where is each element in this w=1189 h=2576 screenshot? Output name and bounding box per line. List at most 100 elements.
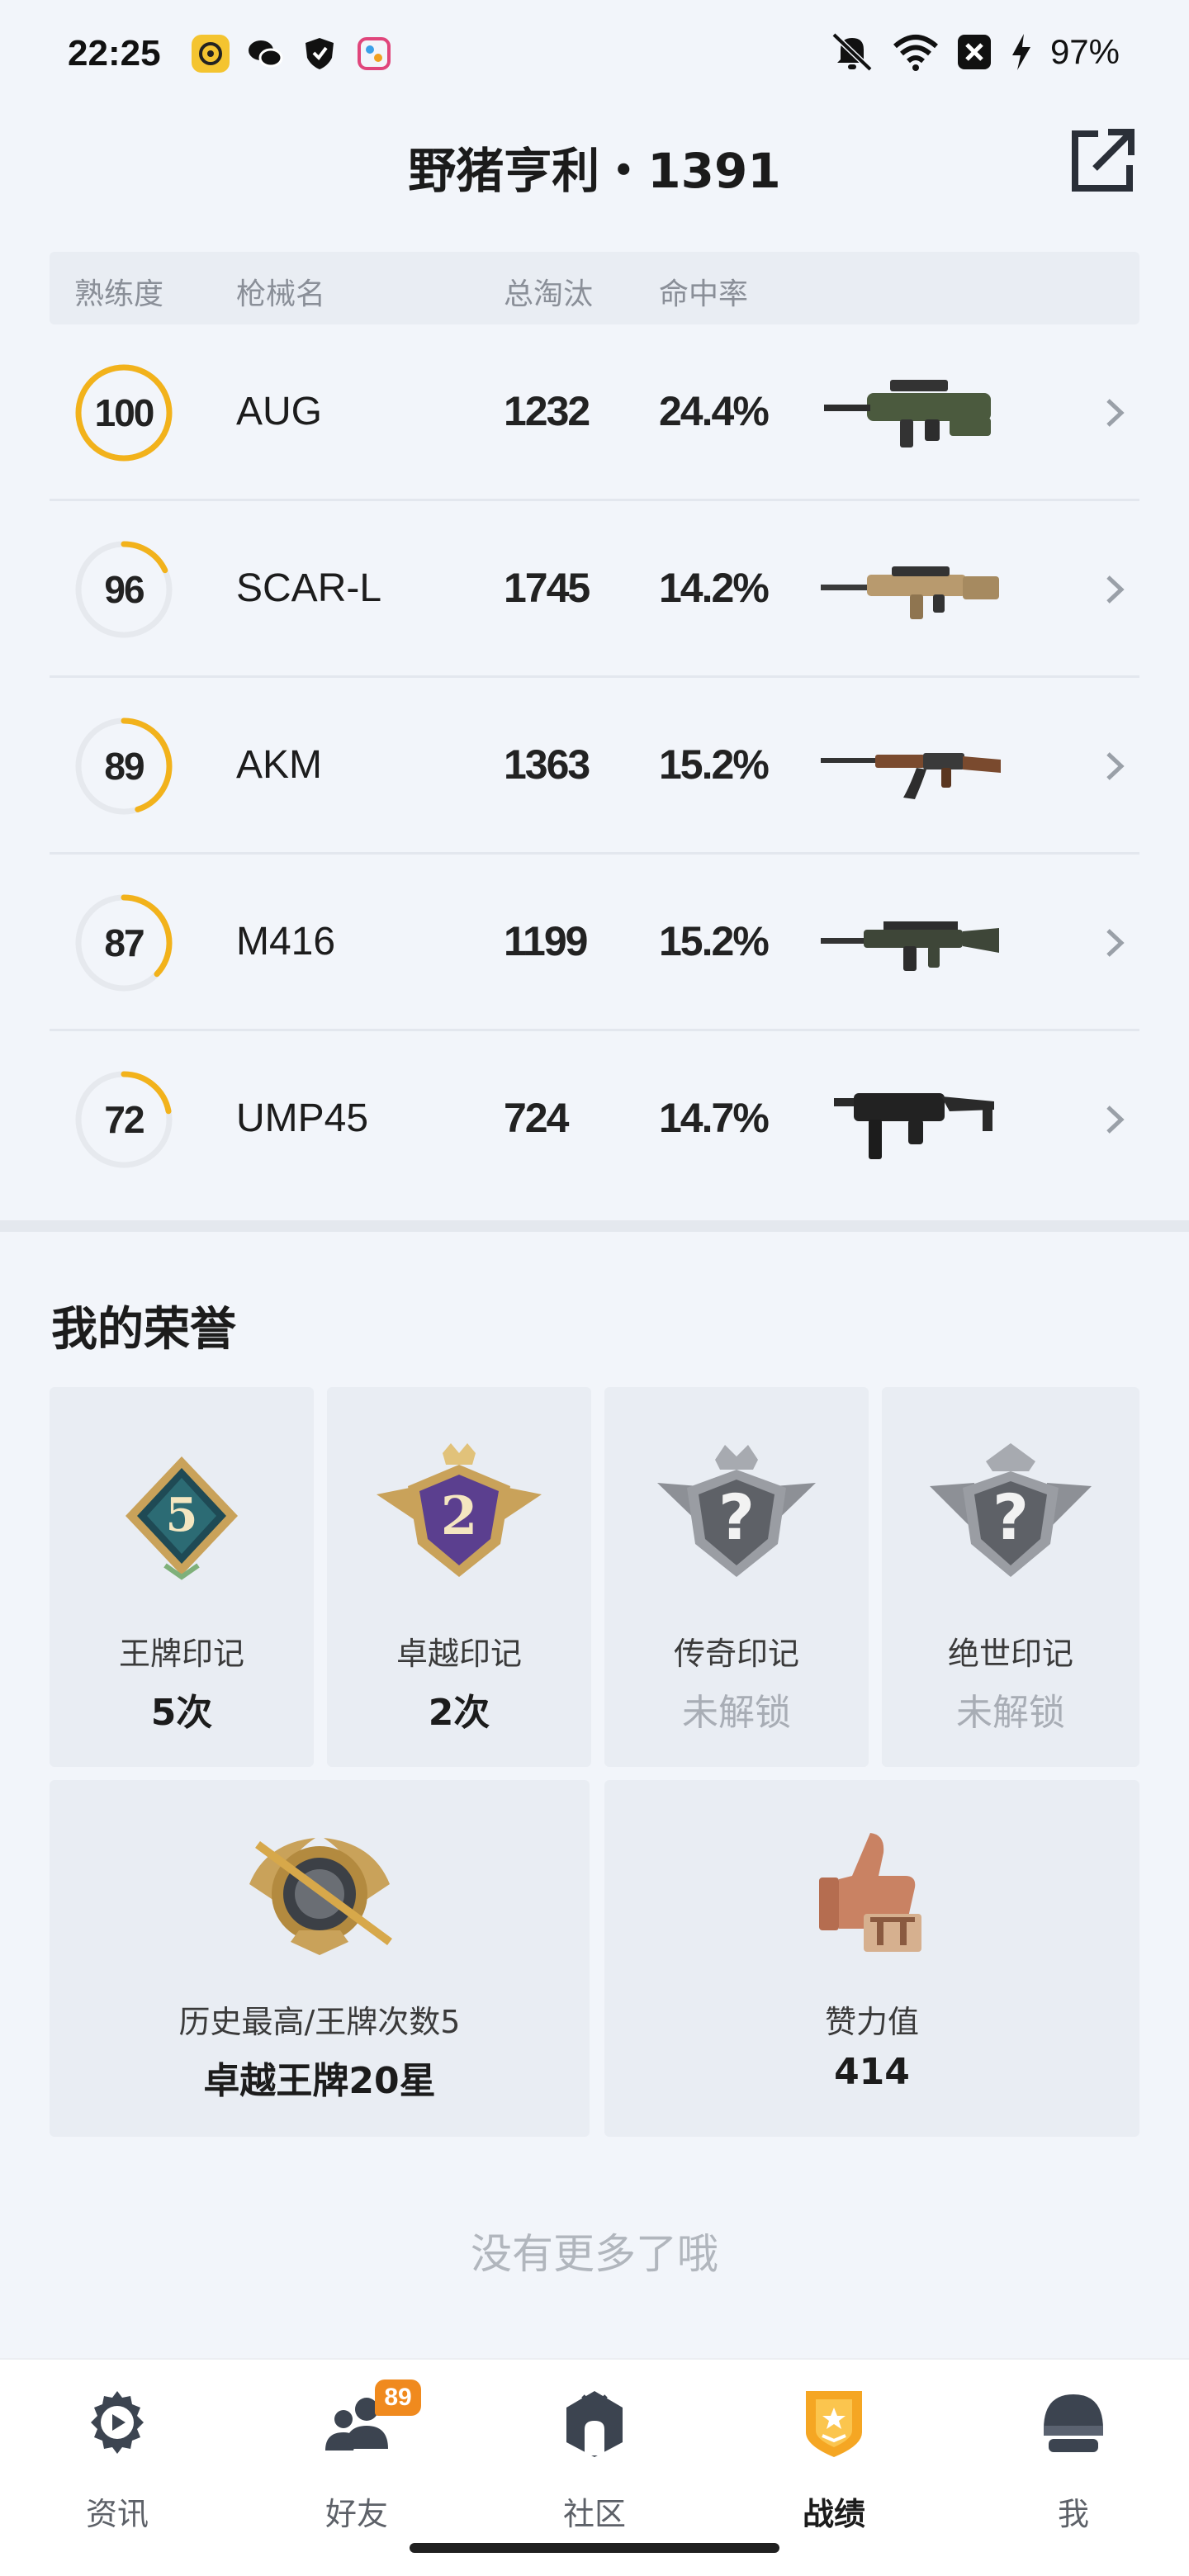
page-title: 野猪亨利・1391 [408,143,781,199]
nav-news[interactable]: 资讯 [35,2376,200,2541]
weapon-kills: 1745 [504,565,590,611]
nav-label: 好友 [324,2496,388,2532]
honor-card-unrivaled[interactable]: ? 绝世印记 未解锁 [882,1387,1139,1767]
wifi-icon [893,35,938,71]
proficiency-value: 89 [104,745,144,788]
nav-label: 我 [1057,2496,1089,2532]
honor-card-legend[interactable]: ? 传奇印记 未解锁 [604,1387,869,1767]
community-icon [566,2391,623,2457]
weapon-row-m416[interactable]: 87 M416 1199 15.2% [50,855,1139,1031]
honors-title: 我的荣誉 [51,1303,236,1357]
column-total-kills: 总淘汰 [504,277,594,311]
locked-legend-badge-icon: ? [657,1445,816,1577]
stats-shield-icon [806,2391,862,2457]
chevron-right-icon [1106,575,1125,604]
honor-value: 2次 [428,1692,490,1734]
no-sim-icon [957,35,991,69]
section-divider [0,1220,1189,1232]
honor-card-elite[interactable]: 2 卓越印记 2次 [327,1387,591,1767]
honor-card-ace[interactable]: 5 王牌印记 5次 [50,1387,314,1767]
honor-card-likes[interactable]: 赞力值 414 [604,1780,1139,2137]
photos-app-icon [355,35,393,73]
weapon-hit-rate: 15.2% [659,741,770,788]
scar-l-rifle-image [821,566,999,619]
weapon-name: AKM [236,743,323,787]
weapon-name: M416 [236,920,336,964]
chevron-right-icon [1106,929,1125,957]
weapon-hit-rate: 14.2% [659,565,770,611]
chevron-right-icon [1106,1106,1125,1134]
akm-rifle-image [821,753,1001,799]
weapon-name: UMP45 [236,1096,369,1140]
honor-label: 绝世印记 [947,1636,1073,1672]
weapon-name: AUG [236,390,323,433]
status-time: 22:25 [68,33,161,73]
proficiency-value: 72 [104,1098,144,1141]
weapon-row-akm[interactable]: 89 AKM 1363 15.2% [50,678,1139,855]
nav-stats[interactable]: 战绩 [751,2376,917,2541]
end-of-list-text: 没有更多了哦 [471,2230,718,2278]
elite-badge-icon: 2 [377,1443,542,1577]
column-weapon-name: 枪械名 [236,277,326,311]
history-label: 历史最高/王牌次数5 [178,2004,461,2040]
system-status-icons: 97% [829,31,1120,73]
notification-icons [192,35,393,73]
mute-icon [831,32,873,72]
honor-label: 卓越印记 [396,1636,522,1672]
helmet-icon [1044,2394,1103,2452]
app-notification-icon [192,35,230,73]
weapon-hit-rate: 14.7% [659,1095,770,1141]
nav-community[interactable]: 社区 [512,2376,677,2541]
ace-badge-icon: 5 [126,1456,238,1580]
nav-label: 资讯 [85,2496,149,2532]
weapon-kills: 724 [504,1095,569,1141]
share-button[interactable] [1065,124,1139,198]
news-icon [91,2391,144,2454]
home-indicator[interactable] [410,2543,779,2553]
ace-badge-digit: 5 [166,1488,198,1542]
proficiency-value: 100 [94,391,155,434]
svg-text:?: ? [718,1480,755,1554]
ump45-smg-image [834,1093,994,1159]
nav-friends[interactable]: 89 好友 [274,2376,439,2541]
m416-rifle-image [821,921,999,971]
thumbs-up-trophy-icon [819,1833,921,1952]
proficiency-value: 96 [104,568,144,611]
weapon-kills: 1232 [504,388,590,434]
shield-app-icon [301,35,339,73]
rank-crest-icon [249,1838,392,1955]
weapon-name: SCAR-L [236,566,382,610]
weapon-row-scar-l[interactable]: 96 SCAR-L 1745 14.2% [50,501,1139,678]
table-header: 熟练度 枪械名 总淘汰 命中率 [50,252,1139,324]
svg-text:?: ? [992,1480,1029,1554]
share-icon [1072,129,1135,192]
proficiency-value: 87 [104,921,144,964]
likes-value: 414 [834,2051,910,2093]
chevron-right-icon [1106,752,1125,780]
weapon-table: 熟练度 枪械名 总淘汰 命中率 100 AUG 1232 24.4% 96 SC… [50,252,1139,1208]
charging-icon [1011,34,1030,70]
locked-unrivaled-badge-icon: ? [930,1443,1092,1577]
honor-label: 传奇印记 [673,1636,799,1672]
likes-label: 赞力值 [824,2004,919,2040]
honor-value: 未解锁 [682,1692,791,1734]
column-hit-rate: 命中率 [659,277,749,311]
honor-value: 未解锁 [956,1692,1065,1734]
weapon-row-ump45[interactable]: 72 UMP45 724 14.7% [50,1031,1139,1208]
nav-label: 战绩 [802,2496,865,2532]
honor-label: 王牌印记 [118,1636,244,1672]
nav-profile[interactable]: 我 [991,2376,1156,2541]
status-bar: 22:25 97% [0,0,1189,116]
honor-card-history-best[interactable]: 历史最高/王牌次数5 卓越王牌20星 [50,1780,590,2137]
weapon-kills: 1363 [504,741,590,788]
friends-count-badge: 89 [375,2379,421,2416]
aug-rifle-image [824,380,991,447]
weapon-kills: 1199 [504,918,588,964]
history-value: 卓越王牌20星 [203,2060,436,2102]
weapon-row-aug[interactable]: 100 AUG 1232 24.4% [50,324,1139,501]
honor-value: 5次 [150,1692,213,1734]
chevron-right-icon [1106,399,1125,427]
nav-label: 社区 [562,2496,626,2532]
weapon-hit-rate: 24.4% [659,388,770,434]
battery-percentage: 97% [1049,32,1120,71]
